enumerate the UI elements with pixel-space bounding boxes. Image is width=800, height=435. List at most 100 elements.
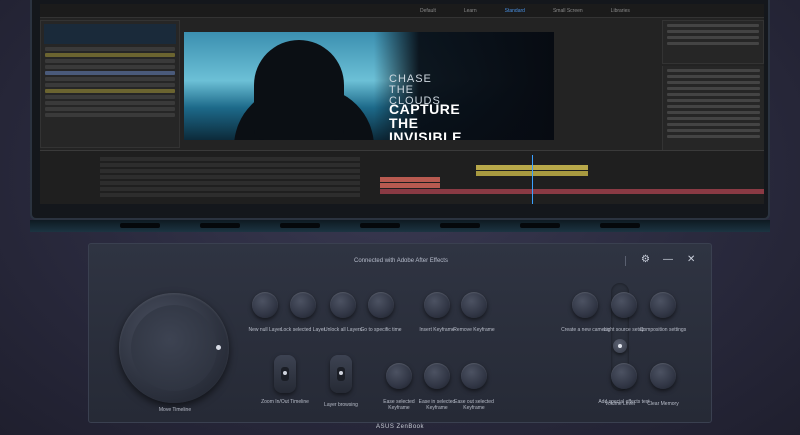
project-item[interactable] [45,71,175,75]
workspace-bar: Default Learn Standard Small Screen Libr… [40,4,764,18]
dial-indicator [216,345,221,350]
ease-selected-keyframe-button[interactable] [386,363,412,389]
effect-item[interactable] [667,87,760,90]
project-item[interactable] [45,107,175,111]
tab-libraries[interactable]: Libraries [611,8,630,14]
button-label: Clear Memory [647,401,679,407]
project-item[interactable] [45,89,175,93]
panel-row [667,24,759,27]
go-to-specific-time-button[interactable] [368,292,394,318]
silhouette-head [254,40,344,140]
project-item[interactable] [45,113,175,117]
move-timeline-dial[interactable] [119,293,229,403]
project-item[interactable] [45,59,175,63]
viewer-headline: CAPTURE THE INVISIBLE [389,102,462,140]
project-item[interactable] [45,83,175,87]
effect-item[interactable] [667,111,760,114]
button-label: Composition settings [639,327,687,333]
effect-item[interactable] [667,117,760,120]
timeline-layer-row[interactable] [100,157,360,161]
effect-item[interactable] [667,69,760,72]
timeline-layer-row[interactable] [100,169,360,173]
brand-label: ASUS ZenBook [375,424,425,430]
tab-learn[interactable]: Learn [464,8,477,14]
toggle-label: Layer browsing [324,402,358,408]
add-effects-text-button[interactable] [611,363,637,389]
viewer-text-line: THE [389,115,419,131]
layer-browsing-toggle[interactable] [330,355,352,393]
hinge-vent [200,223,240,228]
viewer-text-line: CAPTURE [389,101,461,117]
timeline-track-bar[interactable] [380,189,764,194]
timeline-panel[interactable] [40,150,764,204]
project-item[interactable] [45,65,175,69]
hinge-vent [360,223,400,228]
toggle-indicator [283,371,287,375]
project-thumbnail [44,24,176,44]
laptop-lid: Default Learn Standard Small Screen Libr… [30,0,770,220]
project-item[interactable] [45,95,175,99]
minimize-icon[interactable]: — [663,255,673,265]
hinge-vent [280,223,320,228]
remove-keyframe-button[interactable] [461,292,487,318]
create-camera-button[interactable] [572,292,598,318]
effect-item[interactable] [667,105,760,108]
unlock-all-layers-button[interactable] [330,292,356,318]
tab-default[interactable]: Default [420,8,436,14]
tab-small-screen[interactable]: Small Screen [553,8,583,14]
info-panel [662,20,764,64]
timeline-track-bar[interactable] [380,183,440,188]
effect-item[interactable] [667,99,760,102]
effect-item[interactable] [667,123,760,126]
composition-viewer[interactable]: CHASE THE CLOUDS CAPTURE THE INVISIBLE [184,32,554,140]
dial-face [131,305,217,391]
timeline-layer-row[interactable] [100,181,360,185]
button-label: Remove Keyframe [453,327,495,333]
effect-item[interactable] [667,129,760,132]
after-effects-screen: Default Learn Standard Small Screen Libr… [40,4,764,204]
effect-item[interactable] [667,93,760,96]
timeline-layer-row[interactable] [100,175,360,179]
effects-presets-panel [662,66,764,156]
composition-settings-button[interactable] [650,292,676,318]
effect-item[interactable] [667,81,760,84]
close-icon[interactable]: ✕ [687,255,695,265]
hinge-vent [440,223,480,228]
hinge-vent [120,223,160,228]
zoom-timeline-toggle[interactable] [274,355,296,393]
lock-selected-layer-button[interactable] [290,292,316,318]
project-item[interactable] [45,53,175,57]
timeline-playhead[interactable] [532,155,533,204]
toggle-indicator [339,371,343,375]
button-label: Ease out selected Keyframe [454,399,494,411]
hinge-vent [520,223,560,228]
connection-status: Connected with Adobe After Effects [354,258,448,264]
panel-row [667,36,759,39]
effect-item[interactable] [667,75,760,78]
slider-thumb-dot [618,344,622,349]
timeline-track-bar[interactable] [380,177,440,182]
timeline-layer-row[interactable] [100,187,360,191]
light-source-setup-button[interactable] [611,292,637,318]
ease-out-keyframe-button[interactable] [461,363,487,389]
timeline-layer-row[interactable] [100,163,360,167]
project-item[interactable] [45,47,175,51]
project-item[interactable] [45,77,175,81]
effect-item[interactable] [667,135,760,138]
toggle-label: Zoom In/Out Timeline [261,399,309,405]
timeline-layer-row[interactable] [100,193,360,197]
viewer-text-line: INVISIBLE [389,129,462,140]
project-panel [40,20,180,148]
hinge-vent [600,223,640,228]
ease-in-keyframe-button[interactable] [424,363,450,389]
insert-keyframe-button[interactable] [424,292,450,318]
new-null-layer-button[interactable] [252,292,278,318]
screenpad-control-panel: Connected with Adobe After Effects ⚙ — ✕… [88,243,712,423]
panel-row [667,30,759,33]
laptop-hinge [30,220,770,232]
clear-memory-button[interactable] [650,363,676,389]
project-item[interactable] [45,101,175,105]
tab-standard[interactable]: Standard [505,8,525,14]
settings-gear-icon[interactable]: ⚙ [641,255,650,265]
dial-label: Move Timeline [158,407,192,413]
